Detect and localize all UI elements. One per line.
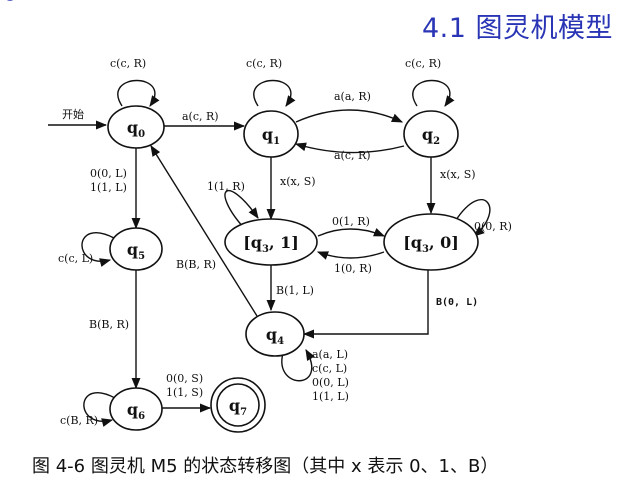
- start-label: 开始: [62, 107, 84, 121]
- label-q1-loop: c(c, R): [246, 57, 282, 70]
- label-q2-loop: c(c, R): [405, 57, 441, 70]
- label-q31-q4: B(1, L): [276, 284, 314, 297]
- label-q5-loop: c(c, L): [58, 252, 93, 265]
- state-q0: q0: [107, 105, 165, 149]
- edge-q1-q2: [295, 109, 404, 123]
- state-q5: q5: [109, 227, 163, 271]
- page-title: 4.1 图灵机模型: [421, 13, 613, 44]
- label-q5-q6: B(B, R): [89, 318, 129, 331]
- label-q31-q30: 0(1, R): [332, 215, 370, 228]
- label-q30-q4: B(0, L): [436, 297, 478, 308]
- label-q0-q1: a(c, R): [182, 110, 219, 123]
- label-q4-loop-3: 0(0, L): [312, 376, 349, 389]
- label-q0-q5-1: 0(0, L): [90, 167, 127, 180]
- label-q4-loop-1: a(a, L): [312, 348, 348, 361]
- label-q6-loop: c(B, R): [60, 414, 98, 427]
- label-q6-q7-2: 1(1, S): [166, 386, 203, 399]
- label-q1-q2: a(a, R): [334, 90, 371, 103]
- label-q30-loop: 0(0, R): [474, 220, 512, 233]
- svg-text:[q3, 0]: [q3, 0]: [403, 233, 459, 255]
- edge-q30-q31: [316, 251, 385, 260]
- state-q3-1: [q3, 1]: [224, 218, 318, 266]
- label-q4-q0: B(B, R): [176, 258, 216, 271]
- label-q1-q31: x(x, S): [280, 175, 316, 188]
- logo-fragment: [6, 0, 14, 1]
- start-edge: 开始: [48, 107, 108, 130]
- label-q0-q5-2: 1(1, L): [90, 181, 127, 194]
- loop-q0: [117, 79, 160, 107]
- label-q4-loop-2: c(c, L): [312, 362, 347, 375]
- loop-q2: [412, 79, 455, 107]
- state-q6: q6: [109, 387, 163, 431]
- svg-text:[q3, 1]: [q3, 1]: [243, 233, 299, 255]
- label-q0-loop: c(c, R): [110, 57, 146, 70]
- edge-q31-q30: [317, 228, 386, 237]
- state-q7-accept: q7: [210, 377, 266, 433]
- label-q6-q7-1: 0(0, S): [166, 372, 203, 385]
- label-q2-q1: a(c, R): [334, 149, 371, 162]
- state-q2: q2: [403, 110, 459, 158]
- loop-q1: [253, 79, 296, 107]
- state-q4: q4: [245, 311, 305, 357]
- state-transition-diagram: 开始 c(c, R) c(c, R) c(c, R) 1(1, R) 0(0, …: [48, 57, 512, 433]
- figure-caption: 图 4-6 图灵机 M5 的状态转移图（其中 x 表示 0、1、B）: [32, 456, 499, 477]
- state-q3-0: [q3, 0]: [383, 213, 479, 271]
- label-q31-loop: 1(1, R): [207, 180, 245, 193]
- edge-q30-q4: [302, 270, 429, 339]
- label-q30-q31: 1(0, R): [334, 262, 372, 275]
- label-q2-q30: x(x, S): [440, 168, 476, 181]
- state-q1: q1: [243, 110, 299, 158]
- label-q4-loop-4: 1(1, L): [312, 390, 349, 403]
